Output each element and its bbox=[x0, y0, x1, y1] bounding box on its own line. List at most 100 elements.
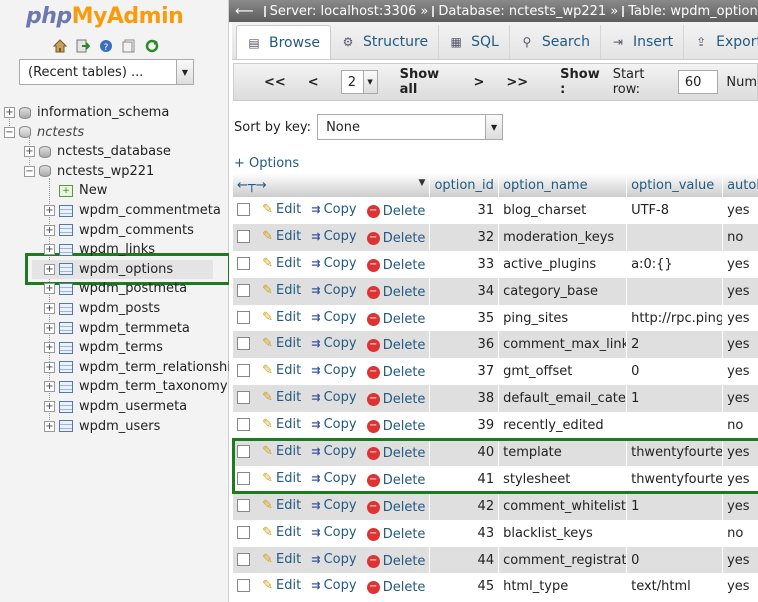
next-page-button[interactable]: > bbox=[473, 75, 484, 90]
row-checkbox[interactable] bbox=[237, 525, 250, 539]
cell-autoload[interactable]: no bbox=[722, 412, 758, 440]
column-header-option-id[interactable]: option_id bbox=[429, 173, 500, 197]
copy-link[interactable]: ⇉ Copy bbox=[311, 256, 356, 271]
row-checkbox[interactable] bbox=[237, 418, 250, 432]
cell-option-name[interactable]: recently_edited bbox=[498, 412, 628, 440]
first-page-button[interactable]: << bbox=[264, 75, 286, 90]
tree-item[interactable]: + wpdm_term_taxonomy bbox=[44, 377, 228, 396]
cell-option-name[interactable]: comment_max_links bbox=[498, 331, 628, 359]
copy-link[interactable]: ⇉ Copy bbox=[311, 498, 356, 513]
breadcrumb-server[interactable]: Server: localhost:3306 bbox=[270, 4, 417, 19]
expand-icon[interactable]: + bbox=[24, 146, 35, 158]
prev-page-button[interactable]: < bbox=[308, 75, 319, 90]
delete-link[interactable]: − Delete bbox=[366, 500, 425, 515]
cell-option-id[interactable]: 36 bbox=[429, 331, 500, 359]
cell-option-value[interactable]: 2 bbox=[626, 331, 724, 359]
cell-option-id[interactable]: 38 bbox=[429, 385, 500, 413]
tree-item[interactable]: − nctests bbox=[4, 123, 84, 142]
cell-option-id[interactable]: 34 bbox=[429, 277, 500, 305]
cell-option-id[interactable]: 44 bbox=[429, 546, 500, 574]
copy-link[interactable]: ⇉ Copy bbox=[311, 229, 356, 244]
cell-option-name[interactable]: gmt_offset bbox=[498, 358, 628, 386]
cell-autoload[interactable]: no bbox=[722, 519, 758, 547]
expand-icon[interactable]: + bbox=[44, 420, 55, 432]
edit-link[interactable]: ✎ Edit bbox=[262, 310, 301, 325]
help-icon[interactable]: ? bbox=[98, 38, 114, 54]
cell-option-id[interactable]: 33 bbox=[429, 250, 500, 278]
delete-link[interactable]: − Delete bbox=[366, 338, 425, 353]
column-arrows-icon[interactable]: ←┬→ bbox=[237, 178, 267, 193]
tree-item[interactable]: + information_schema bbox=[4, 103, 169, 122]
copy-link[interactable]: ⇉ Copy bbox=[311, 578, 356, 593]
row-checkbox[interactable] bbox=[237, 552, 250, 566]
copy-link[interactable]: ⇉ Copy bbox=[311, 390, 356, 405]
delete-link[interactable]: − Delete bbox=[366, 204, 425, 219]
cell-option-value[interactable]: http://rpc.pingomatic.com/ bbox=[626, 304, 724, 332]
row-checkbox[interactable] bbox=[237, 229, 250, 243]
tab-insert[interactable]: ⇥ Insert bbox=[601, 25, 685, 59]
cell-autoload[interactable]: yes bbox=[722, 546, 758, 574]
delete-link[interactable]: − Delete bbox=[366, 419, 425, 434]
cell-option-name[interactable]: moderation_keys bbox=[498, 223, 628, 251]
cell-autoload[interactable]: yes bbox=[722, 573, 758, 601]
tree-item[interactable]: + wpdm_users bbox=[44, 417, 160, 436]
tree-item[interactable]: − nctests_wp221 bbox=[24, 162, 154, 181]
sort-by-select[interactable]: None ▼ bbox=[317, 114, 504, 140]
expand-icon[interactable]: + bbox=[44, 322, 55, 334]
cell-option-value[interactable]: a:0:{} bbox=[626, 250, 724, 278]
cell-option-name[interactable]: ping_sites bbox=[498, 304, 628, 332]
copy-link[interactable]: ⇉ Copy bbox=[311, 525, 356, 540]
edit-link[interactable]: ✎ Edit bbox=[262, 336, 301, 351]
edit-link[interactable]: ✎ Edit bbox=[262, 283, 301, 298]
cell-option-value[interactable]: 1 bbox=[626, 385, 724, 413]
expand-icon[interactable]: + bbox=[44, 342, 55, 354]
expand-icon[interactable]: + bbox=[4, 107, 15, 118]
cell-autoload[interactable]: yes bbox=[722, 304, 758, 332]
cell-autoload[interactable]: yes bbox=[722, 331, 758, 359]
column-header-option-value[interactable]: option_value bbox=[626, 173, 724, 197]
delete-link[interactable]: − Delete bbox=[366, 365, 425, 380]
cell-option-value[interactable] bbox=[626, 223, 724, 251]
copy-link[interactable]: ⇉ Copy bbox=[311, 310, 356, 325]
cell-autoload[interactable]: yes bbox=[722, 492, 758, 520]
row-checkbox[interactable] bbox=[237, 364, 250, 378]
row-checkbox[interactable] bbox=[237, 256, 250, 270]
expand-icon[interactable]: + bbox=[44, 361, 55, 373]
expand-icon[interactable]: + bbox=[44, 381, 55, 393]
cell-option-id[interactable]: 42 bbox=[429, 492, 500, 520]
sort-dropdown-icon[interactable]: ▼ bbox=[419, 178, 426, 188]
expand-icon[interactable]: + bbox=[44, 303, 55, 314]
tab-browse[interactable]: ▤ Browse bbox=[236, 25, 331, 59]
collapse-arrow-icon[interactable]: ⟵ bbox=[235, 4, 254, 19]
expand-icon[interactable]: − bbox=[4, 126, 15, 138]
copy-link[interactable]: ⇉ Copy bbox=[311, 336, 356, 351]
cell-autoload[interactable]: yes bbox=[722, 250, 758, 278]
expand-icon[interactable]: + bbox=[44, 244, 55, 256]
tree-item[interactable]: + wpdm_options bbox=[32, 259, 213, 279]
cell-option-name[interactable]: category_base bbox=[498, 277, 628, 305]
delete-link[interactable]: − Delete bbox=[366, 258, 425, 273]
copy-link[interactable]: ⇉ Copy bbox=[311, 363, 356, 378]
expand-icon[interactable]: − bbox=[24, 165, 35, 177]
recent-tables-select[interactable]: (Recent tables) ... ▼ bbox=[19, 59, 194, 85]
delete-link[interactable]: − Delete bbox=[366, 231, 425, 246]
delete-link[interactable]: − Delete bbox=[366, 580, 425, 595]
cell-autoload[interactable]: yes bbox=[722, 358, 758, 386]
copy-link[interactable]: ⇉ Copy bbox=[311, 283, 356, 298]
edit-link[interactable]: ✎ Edit bbox=[262, 498, 301, 513]
last-page-button[interactable]: >> bbox=[506, 75, 528, 90]
tree-item-new[interactable]: + New bbox=[44, 181, 107, 200]
delete-link[interactable]: − Delete bbox=[366, 312, 425, 327]
cell-autoload[interactable]: no bbox=[722, 223, 758, 251]
edit-link[interactable]: ✎ Edit bbox=[262, 256, 301, 271]
cell-option-id[interactable]: 45 bbox=[429, 573, 500, 601]
edit-link[interactable]: ✎ Edit bbox=[262, 552, 301, 567]
expand-icon[interactable]: + bbox=[44, 224, 55, 236]
tree-item[interactable]: + wpdm_term_relationships bbox=[44, 358, 246, 377]
show-all-button[interactable]: Show all bbox=[400, 67, 456, 97]
phpmyadmin-logo[interactable]: phpMyAdmin bbox=[26, 4, 184, 29]
options-link[interactable]: + Options bbox=[234, 156, 299, 171]
expand-icon[interactable]: + bbox=[44, 263, 55, 275]
tree-item[interactable]: + wpdm_comments bbox=[44, 221, 194, 240]
edit-link[interactable]: ✎ Edit bbox=[262, 578, 301, 593]
